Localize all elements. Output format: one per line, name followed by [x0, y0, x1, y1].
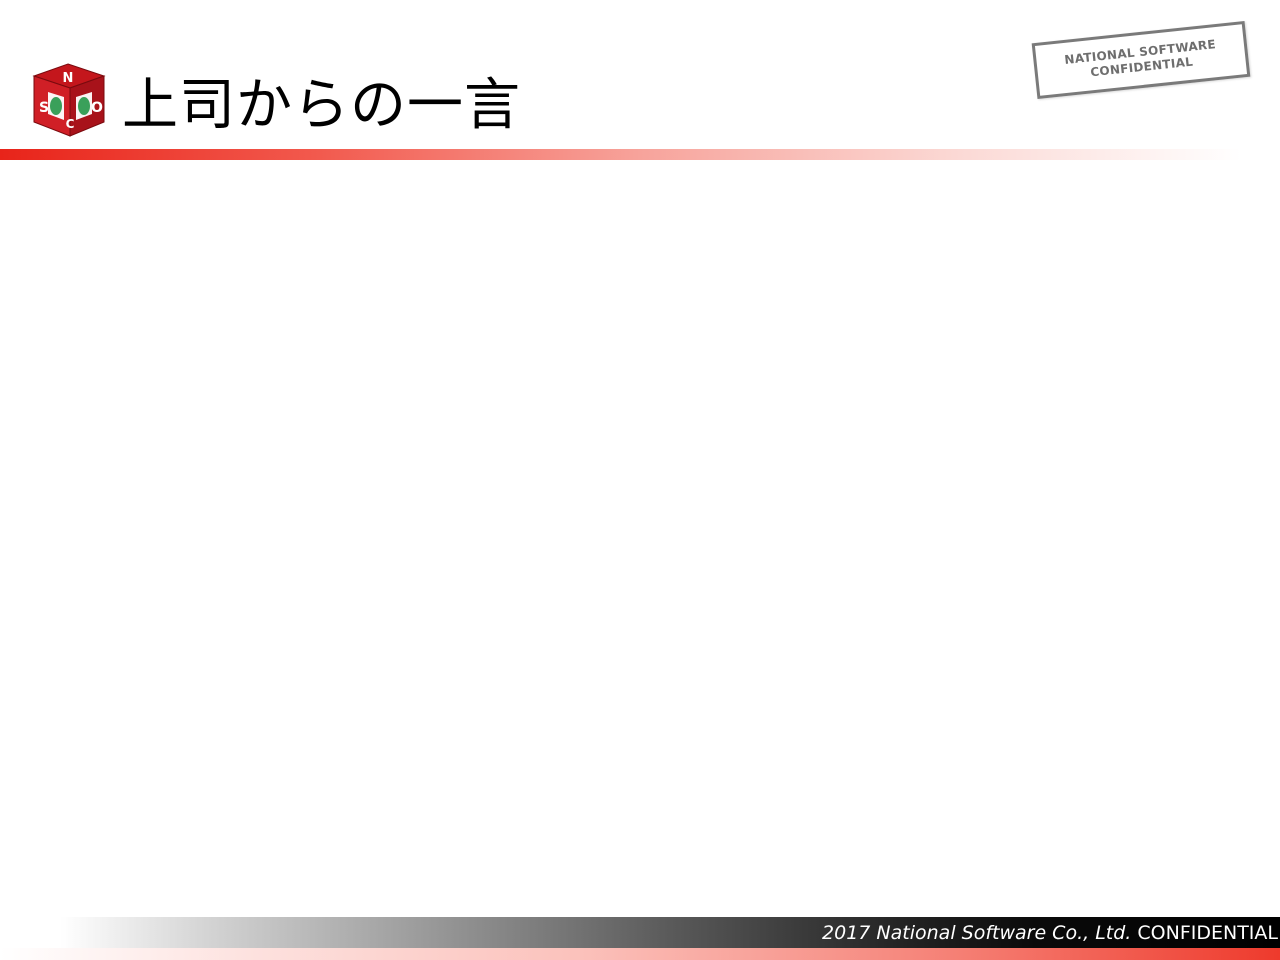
logo-letter-s: S [39, 100, 49, 116]
slide: N S C O 上司からの一言 NATIONAL SOFTWARE CONFID… [0, 0, 1280, 960]
footer-company: 2017 National Software Co., Ltd. [822, 922, 1132, 944]
logo-letter-o: O [91, 100, 103, 116]
footer-copyright: 2017 National Software Co., Ltd. CONFIDE… [822, 919, 1278, 947]
logo-letter-c: C [66, 117, 75, 131]
slide-title: 上司からの一言 [122, 73, 521, 138]
confidential-stamp: NATIONAL SOFTWARE CONFIDENTIAL [1031, 20, 1251, 100]
footer-confidential: CONFIDENTIAL [1137, 922, 1278, 944]
logo-letter-n: N [63, 71, 74, 86]
title-divider [0, 149, 1280, 160]
footer-accent-line [0, 948, 1280, 960]
nsco-cube-logo-icon: N S C O [30, 62, 108, 138]
